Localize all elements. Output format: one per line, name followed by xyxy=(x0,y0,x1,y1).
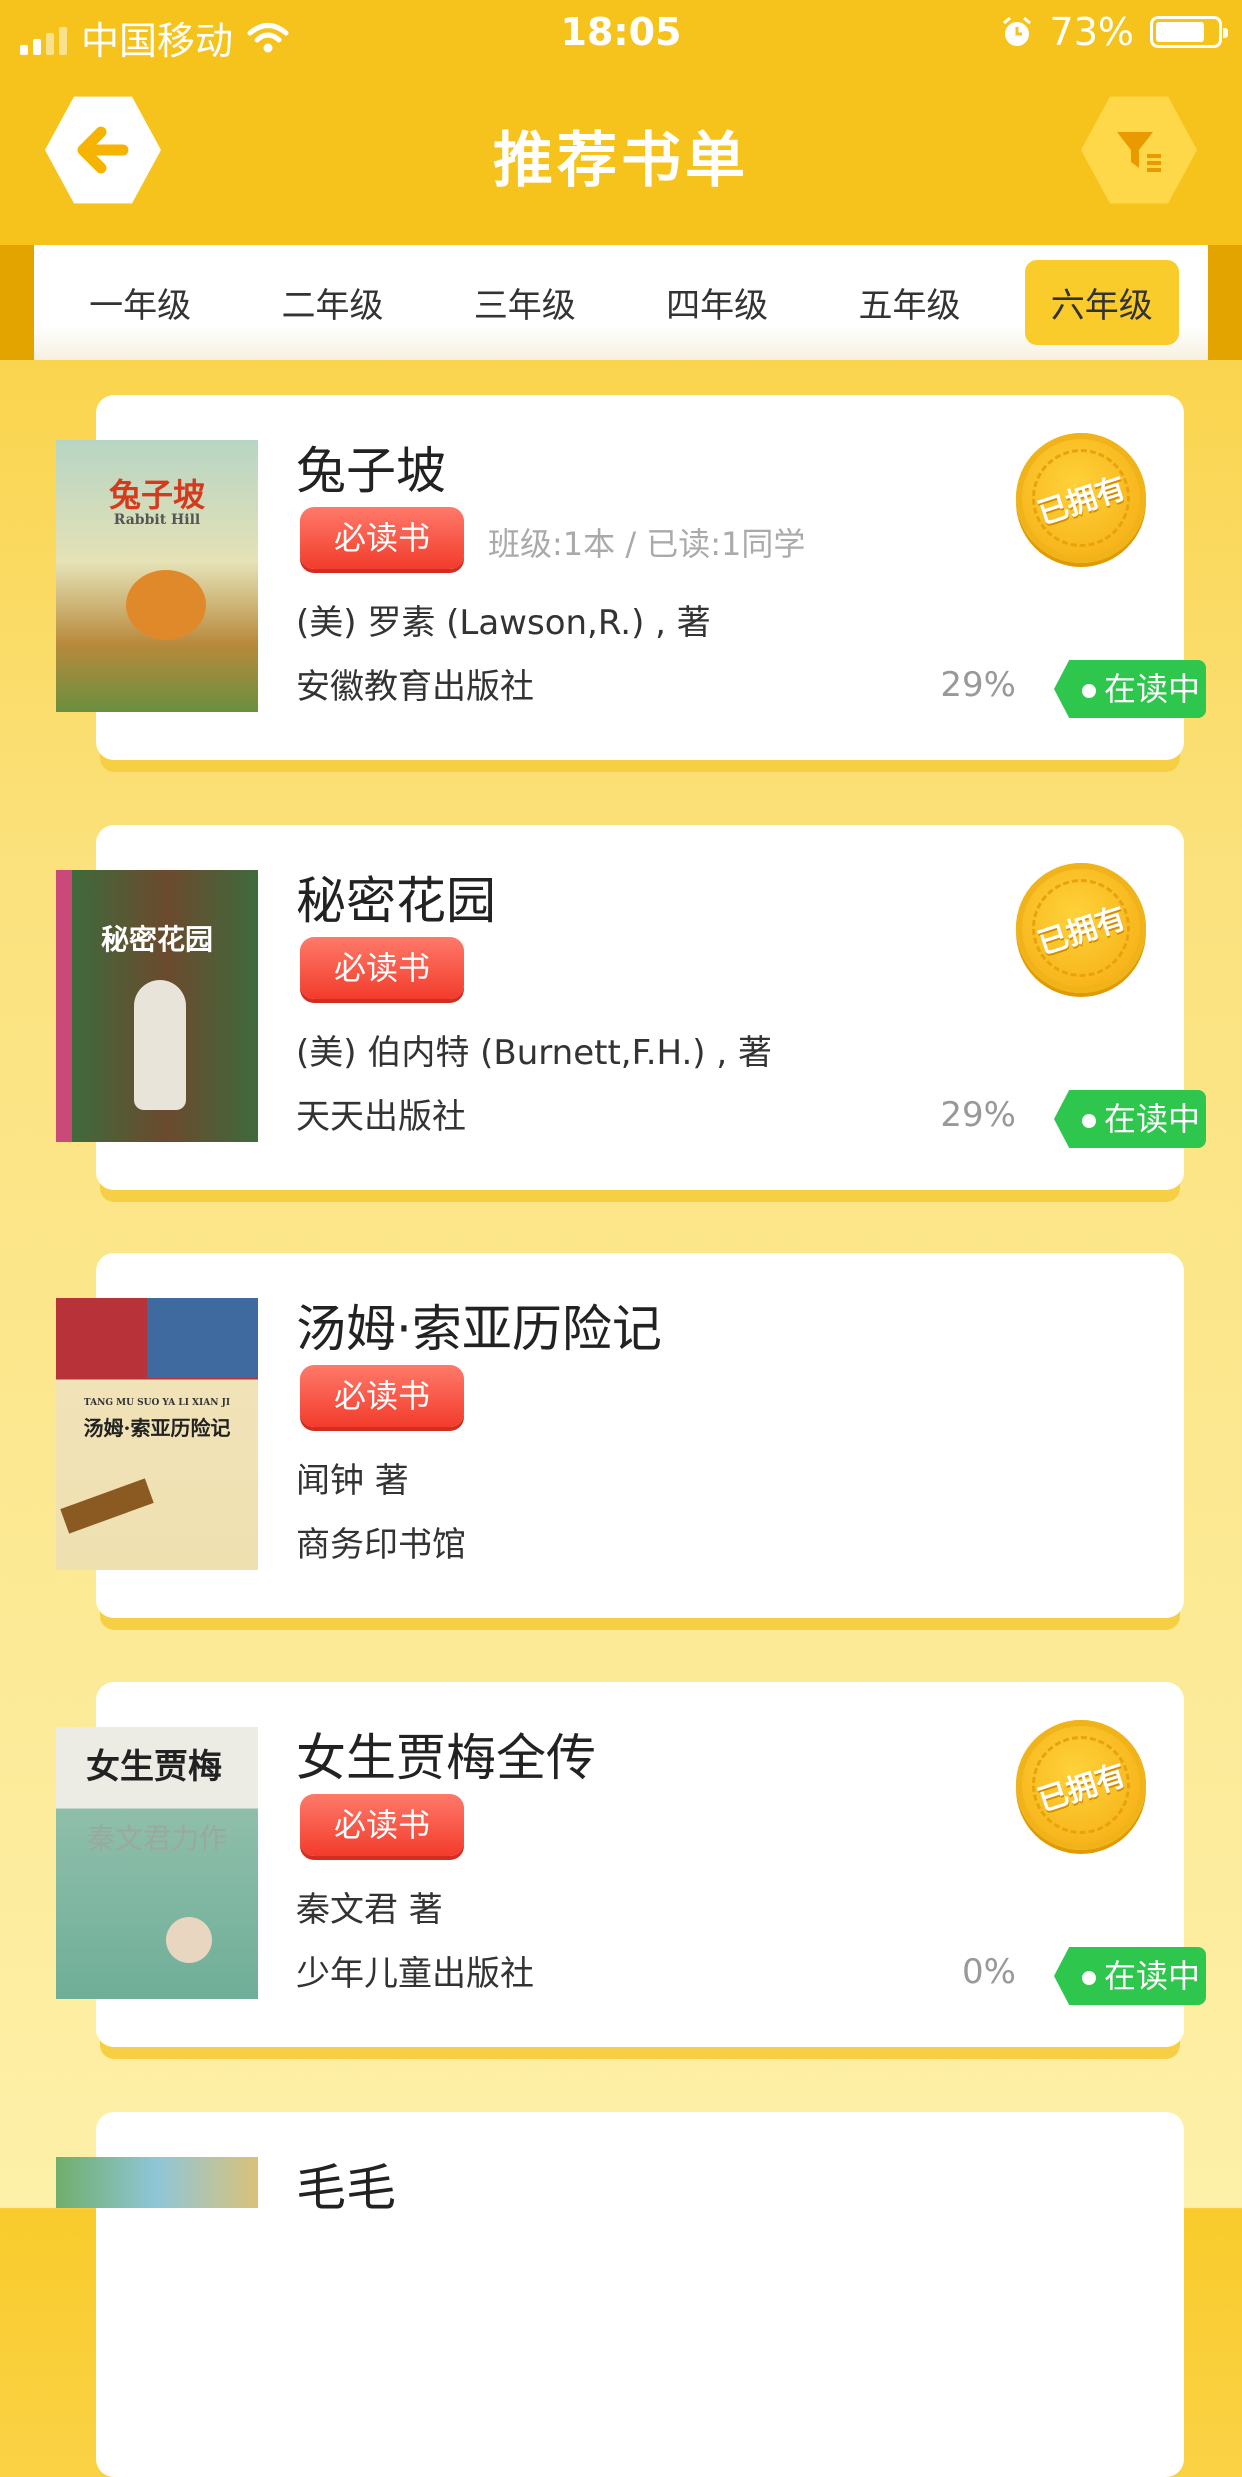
book-card[interactable]: 毛毛 xyxy=(96,2112,1184,2477)
filter-icon xyxy=(1117,132,1161,172)
book-title: 毛毛 xyxy=(296,2159,396,2217)
progress-percent: 0% xyxy=(962,1952,1016,1992)
book-publisher: 安徽教育出版社 xyxy=(296,667,534,707)
battery-percent: 73% xyxy=(1049,10,1134,54)
reading-status-badge: 在读中 xyxy=(1054,660,1206,718)
progress-percent: 29% xyxy=(940,1095,1016,1135)
book-publisher: 商务印书馆 xyxy=(296,1525,466,1565)
class-stats: 班级:1本 / 已读:1同学 xyxy=(488,525,806,563)
book-author: 闻钟 著 xyxy=(296,1461,409,1501)
book-author: (美) 罗素 (Lawson,R.) , 著 xyxy=(296,603,711,643)
book-author: (美) 伯内特 (Burnett,F.H.) , 著 xyxy=(296,1033,772,1073)
book-card[interactable]: 秘密花园 必读书 (美) 伯内特 (Burnett,F.H.) , 著 天天出版… xyxy=(96,825,1206,1190)
owned-stamp-icon: 已拥有 xyxy=(1016,863,1146,993)
book-cover[interactable]: 女生贾梅 秦文君力作 xyxy=(56,1727,258,1999)
owned-stamp-icon: 已拥有 xyxy=(1016,433,1146,563)
page-title: 推荐书单 xyxy=(493,126,749,196)
tab-grade-5[interactable]: 五年级 xyxy=(832,260,986,345)
reading-status-badge: 在读中 xyxy=(1054,1947,1206,2005)
tab-grade-2[interactable]: 二年级 xyxy=(255,260,409,345)
book-title: 女生贾梅全传 xyxy=(296,1729,596,1787)
tab-grade-1[interactable]: 一年级 xyxy=(63,260,217,345)
must-read-tag: 必读书 xyxy=(300,507,464,569)
book-card[interactable]: 兔子坡 必读书 班级:1本 / 已读:1同学 (美) 罗素 (Lawson,R.… xyxy=(96,395,1206,760)
filter-button[interactable] xyxy=(1081,92,1197,208)
book-card[interactable]: 女生贾梅全传 必读书 秦文君 著 少年儿童出版社 0% 在读中 已拥有 xyxy=(96,1682,1206,2047)
status-bar: 中国移动 18:05 73% xyxy=(0,0,1242,70)
progress-percent: 29% xyxy=(940,665,1016,705)
book-title: 秘密花园 xyxy=(296,872,496,930)
book-title: 兔子坡 xyxy=(296,442,446,500)
book-publisher: 少年儿童出版社 xyxy=(296,1954,534,1994)
book-title: 汤姆·索亚历险记 xyxy=(296,1300,662,1358)
must-read-tag: 必读书 xyxy=(300,1794,464,1856)
book-cover[interactable] xyxy=(56,2157,258,2208)
book-card[interactable]: 汤姆·索亚历险记 必读书 闻钟 著 商务印书馆 xyxy=(96,1253,1184,1618)
tab-grade-6[interactable]: 六年级 xyxy=(1024,260,1179,345)
header-bar: 中国移动 18:05 73% 推荐书单 xyxy=(0,0,1242,245)
book-author: 秦文君 著 xyxy=(296,1890,443,1930)
grade-tab-bar: 一年级 二年级 三年级 四年级 五年级 六年级 xyxy=(0,245,1242,360)
battery-icon xyxy=(1150,16,1228,48)
owned-stamp-icon: 已拥有 xyxy=(1016,1720,1146,1850)
tab-grade-4[interactable]: 四年级 xyxy=(640,260,794,345)
must-read-tag: 必读书 xyxy=(300,1365,464,1427)
book-cover[interactable]: 秘密花园 xyxy=(56,870,258,1142)
must-read-tag: 必读书 xyxy=(300,937,464,999)
reading-status-badge: 在读中 xyxy=(1054,1090,1206,1148)
book-cover[interactable]: 兔子坡 Rabbit Hill xyxy=(56,440,258,712)
book-cover[interactable]: TANG MU SUO YA LI XIAN JI 汤姆·索亚历险记 xyxy=(56,1298,258,1570)
book-publisher: 天天出版社 xyxy=(296,1097,466,1137)
tab-grade-3[interactable]: 三年级 xyxy=(448,260,602,345)
status-right: 73% xyxy=(1000,10,1228,54)
alarm-icon xyxy=(1002,16,1031,46)
